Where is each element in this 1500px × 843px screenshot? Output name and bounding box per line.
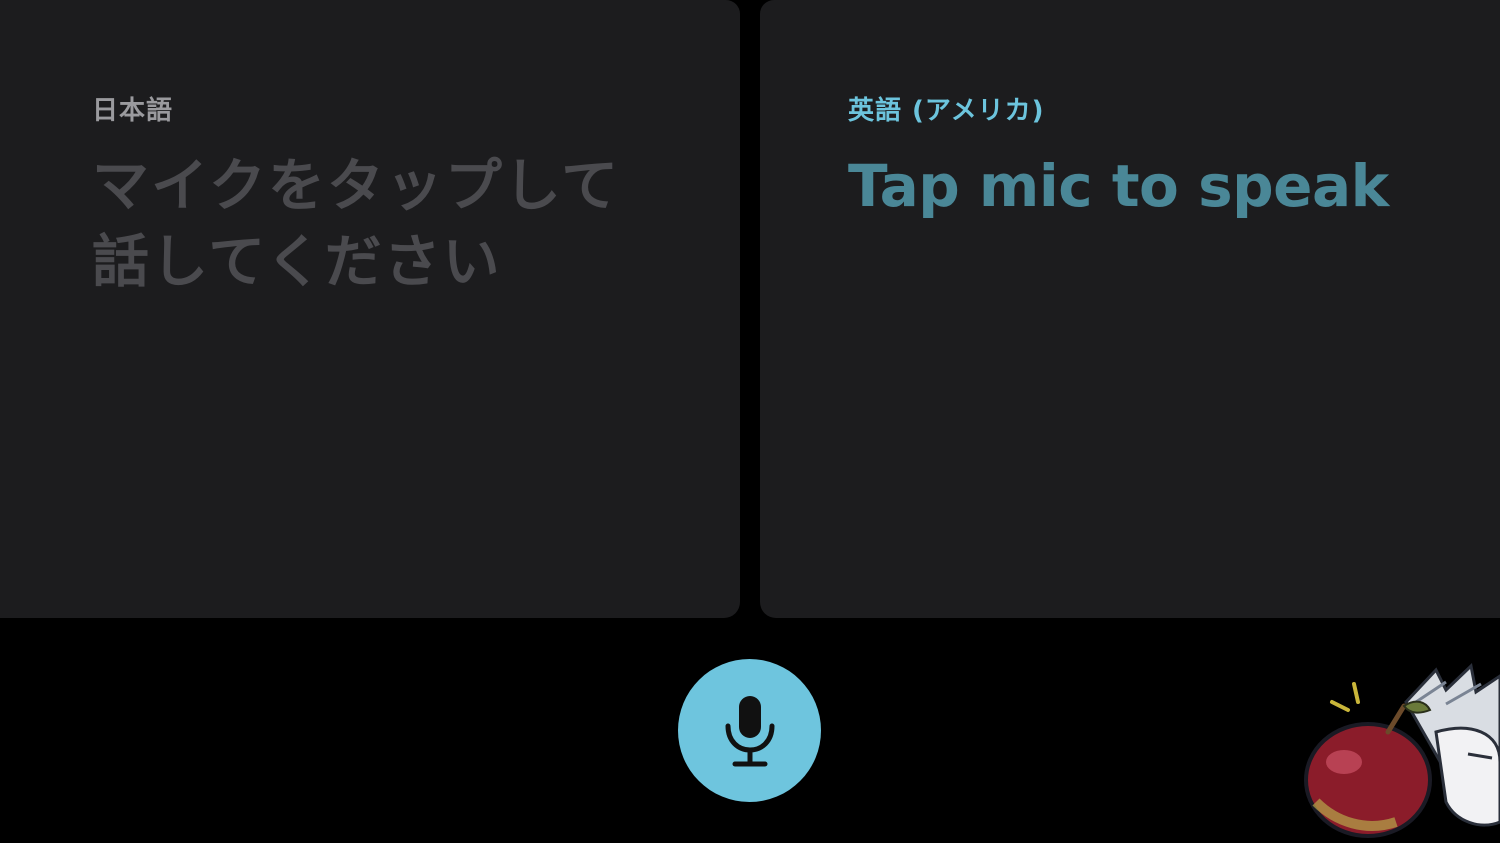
translate-screen: 日本語 マイクをタップして話してください 英語 (アメリカ) Tap mic t… — [0, 0, 1500, 843]
apple-mascot-watermark — [1296, 662, 1500, 843]
microphone-icon — [725, 695, 774, 766]
mic-button[interactable] — [678, 659, 821, 802]
source-prompt-text: マイクをタップして話してください — [92, 153, 621, 295]
target-language-panel[interactable]: 英語 (アメリカ) Tap mic to speak — [760, 0, 1500, 618]
source-language-label[interactable]: 日本語 — [92, 90, 173, 127]
target-language-label[interactable]: 英語 (アメリカ) — [848, 90, 1045, 127]
target-prompt-text: Tap mic to speak — [848, 152, 1389, 220]
source-language-panel[interactable]: 日本語 マイクをタップして話してください — [0, 0, 740, 618]
apple-mascot-icon — [1304, 663, 1500, 838]
